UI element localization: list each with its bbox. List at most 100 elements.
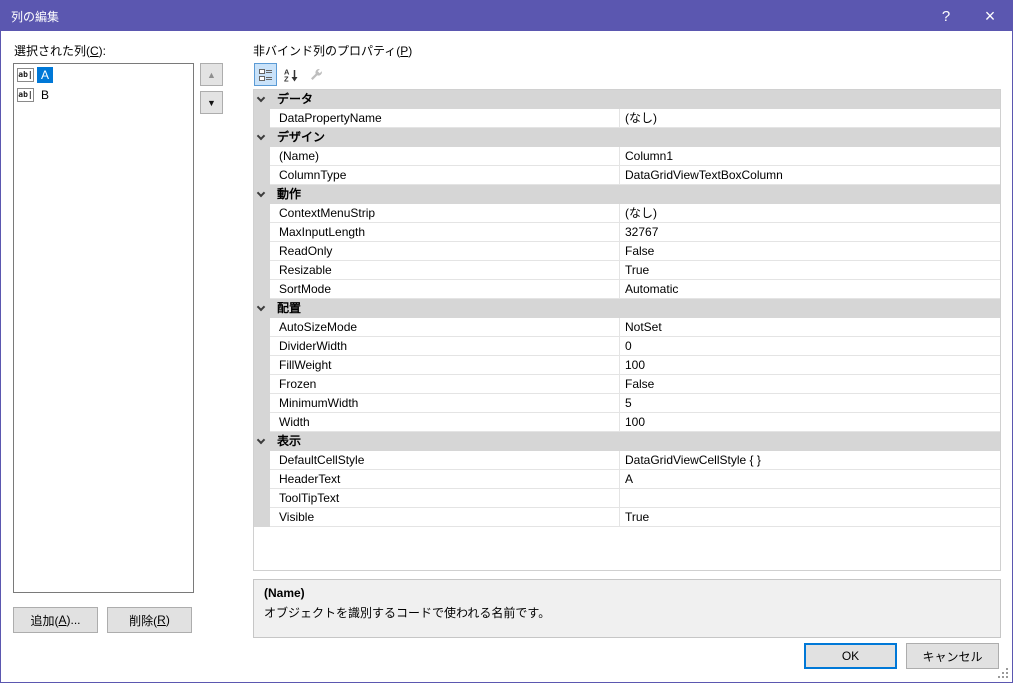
- property-name-cell[interactable]: AutoSizeMode: [270, 318, 619, 337]
- property-value-cell[interactable]: Column1: [619, 147, 1000, 166]
- svg-text:Z: Z: [284, 74, 289, 82]
- row-strip: [254, 147, 270, 166]
- property-value-cell[interactable]: A: [619, 470, 1000, 489]
- textbox-column-icon: ab|: [17, 68, 34, 82]
- close-button[interactable]: ×: [968, 1, 1012, 31]
- row-strip: [254, 394, 270, 413]
- property-row[interactable]: DefaultCellStyle DataGridViewCellStyle { …: [254, 451, 1000, 470]
- property-value-cell[interactable]: [619, 489, 1000, 508]
- row-strip: [254, 413, 270, 432]
- property-name-cell[interactable]: MaxInputLength: [270, 223, 619, 242]
- chevron-down-icon[interactable]: [256, 302, 266, 312]
- property-row[interactable]: AutoSizeMode NotSet: [254, 318, 1000, 337]
- list-item[interactable]: ab| A: [15, 65, 192, 85]
- chevron-down-icon[interactable]: [256, 188, 266, 198]
- property-name-cell[interactable]: ColumnType: [270, 166, 619, 185]
- property-grid-rows[interactable]: データ DataPropertyName (なし) デザイン (Name) Column1…: [253, 89, 1001, 571]
- unbound-properties-label: 非バインド列のプロパティ(P): [253, 42, 412, 59]
- property-name-cell[interactable]: Frozen: [270, 375, 619, 394]
- categorized-icon: [258, 68, 272, 81]
- row-strip: [254, 451, 270, 470]
- property-row[interactable]: Frozen False: [254, 375, 1000, 394]
- category-row[interactable]: デザイン: [254, 128, 1000, 147]
- property-name-cell[interactable]: DefaultCellStyle: [270, 451, 619, 470]
- property-row[interactable]: Resizable True: [254, 261, 1000, 280]
- property-value-cell[interactable]: 5: [619, 394, 1000, 413]
- property-row[interactable]: ToolTipText: [254, 489, 1000, 508]
- property-value-cell[interactable]: 0: [619, 337, 1000, 356]
- add-button[interactable]: 追加(A)...: [13, 607, 98, 633]
- property-value-cell[interactable]: 100: [619, 356, 1000, 375]
- property-grid-toolbar: A Z: [254, 63, 327, 86]
- property-name-cell[interactable]: FillWeight: [270, 356, 619, 375]
- titlebar[interactable]: 列の編集 ? ×: [1, 1, 1012, 31]
- category-strip: [254, 128, 270, 147]
- property-row[interactable]: Width 100: [254, 413, 1000, 432]
- move-down-button[interactable]: ▼: [200, 91, 223, 114]
- down-arrow-icon: ▼: [207, 97, 216, 108]
- property-value-cell[interactable]: False: [619, 375, 1000, 394]
- property-name-cell[interactable]: SortMode: [270, 280, 619, 299]
- property-name-cell[interactable]: (Name): [270, 147, 619, 166]
- alphabetical-sort-button[interactable]: A Z: [279, 63, 302, 86]
- property-value-cell[interactable]: True: [619, 508, 1000, 527]
- help-button[interactable]: ?: [924, 1, 968, 31]
- property-value-cell[interactable]: NotSet: [619, 318, 1000, 337]
- property-name-cell[interactable]: ContextMenuStrip: [270, 204, 619, 223]
- property-value-cell[interactable]: 100: [619, 413, 1000, 432]
- category-row[interactable]: データ: [254, 90, 1000, 109]
- property-row[interactable]: SortMode Automatic: [254, 280, 1000, 299]
- description-text: オブジェクトを識別するコードで使われる名前です。: [264, 606, 551, 620]
- property-row[interactable]: DataPropertyName (なし): [254, 109, 1000, 128]
- property-row[interactable]: MaxInputLength 32767: [254, 223, 1000, 242]
- textbox-column-icon: ab|: [17, 88, 34, 102]
- chevron-down-icon[interactable]: [256, 93, 266, 103]
- property-pages-button[interactable]: [304, 63, 327, 86]
- property-row[interactable]: MinimumWidth 5: [254, 394, 1000, 413]
- property-name-cell[interactable]: HeaderText: [270, 470, 619, 489]
- remove-button[interactable]: 削除(R): [107, 607, 192, 633]
- property-row[interactable]: (Name) Column1: [254, 147, 1000, 166]
- property-name-cell[interactable]: ReadOnly: [270, 242, 619, 261]
- property-row[interactable]: ColumnType DataGridViewTextBoxColumn: [254, 166, 1000, 185]
- property-row[interactable]: Visible True: [254, 508, 1000, 527]
- cancel-button[interactable]: キャンセル: [906, 643, 999, 669]
- property-row[interactable]: ContextMenuStrip (なし): [254, 204, 1000, 223]
- property-name-cell[interactable]: DataPropertyName: [270, 109, 619, 128]
- selected-columns-label: 選択された列(C):: [14, 42, 106, 59]
- property-name-cell[interactable]: Resizable: [270, 261, 619, 280]
- property-value-cell[interactable]: DataGridViewTextBoxColumn: [619, 166, 1000, 185]
- categorized-view-button[interactable]: [254, 63, 277, 86]
- chevron-down-icon[interactable]: [256, 435, 266, 445]
- property-name-cell[interactable]: MinimumWidth: [270, 394, 619, 413]
- resize-grip[interactable]: [998, 668, 1008, 678]
- category-label: デザイン: [277, 130, 326, 144]
- property-row[interactable]: DividerWidth 0: [254, 337, 1000, 356]
- button-accesskey: R: [157, 613, 166, 627]
- property-row[interactable]: FillWeight 100: [254, 356, 1000, 375]
- button-text: )...: [66, 613, 81, 627]
- row-strip: [254, 223, 270, 242]
- property-value-cell[interactable]: (なし): [619, 204, 1000, 223]
- list-item[interactable]: ab| B: [15, 85, 192, 105]
- property-name-cell[interactable]: Width: [270, 413, 619, 432]
- selected-columns-list[interactable]: ab| Aab| B: [13, 63, 194, 593]
- property-value-cell[interactable]: DataGridViewCellStyle { }: [619, 451, 1000, 470]
- property-name-cell[interactable]: Visible: [270, 508, 619, 527]
- ok-button[interactable]: OK: [804, 643, 897, 669]
- property-value-cell[interactable]: (なし): [619, 109, 1000, 128]
- property-row[interactable]: ReadOnly False: [254, 242, 1000, 261]
- property-value-cell[interactable]: False: [619, 242, 1000, 261]
- chevron-down-icon[interactable]: [256, 131, 266, 141]
- category-row[interactable]: 表示: [254, 432, 1000, 451]
- property-name-cell[interactable]: DividerWidth: [270, 337, 619, 356]
- property-row[interactable]: HeaderText A: [254, 470, 1000, 489]
- property-value-cell[interactable]: 32767: [619, 223, 1000, 242]
- button-text: 削除(: [129, 613, 158, 628]
- property-name-cell[interactable]: ToolTipText: [270, 489, 619, 508]
- move-up-button[interactable]: ▲: [200, 63, 223, 86]
- category-row[interactable]: 動作: [254, 185, 1000, 204]
- category-row[interactable]: 配置: [254, 299, 1000, 318]
- property-value-cell[interactable]: Automatic: [619, 280, 1000, 299]
- property-value-cell[interactable]: True: [619, 261, 1000, 280]
